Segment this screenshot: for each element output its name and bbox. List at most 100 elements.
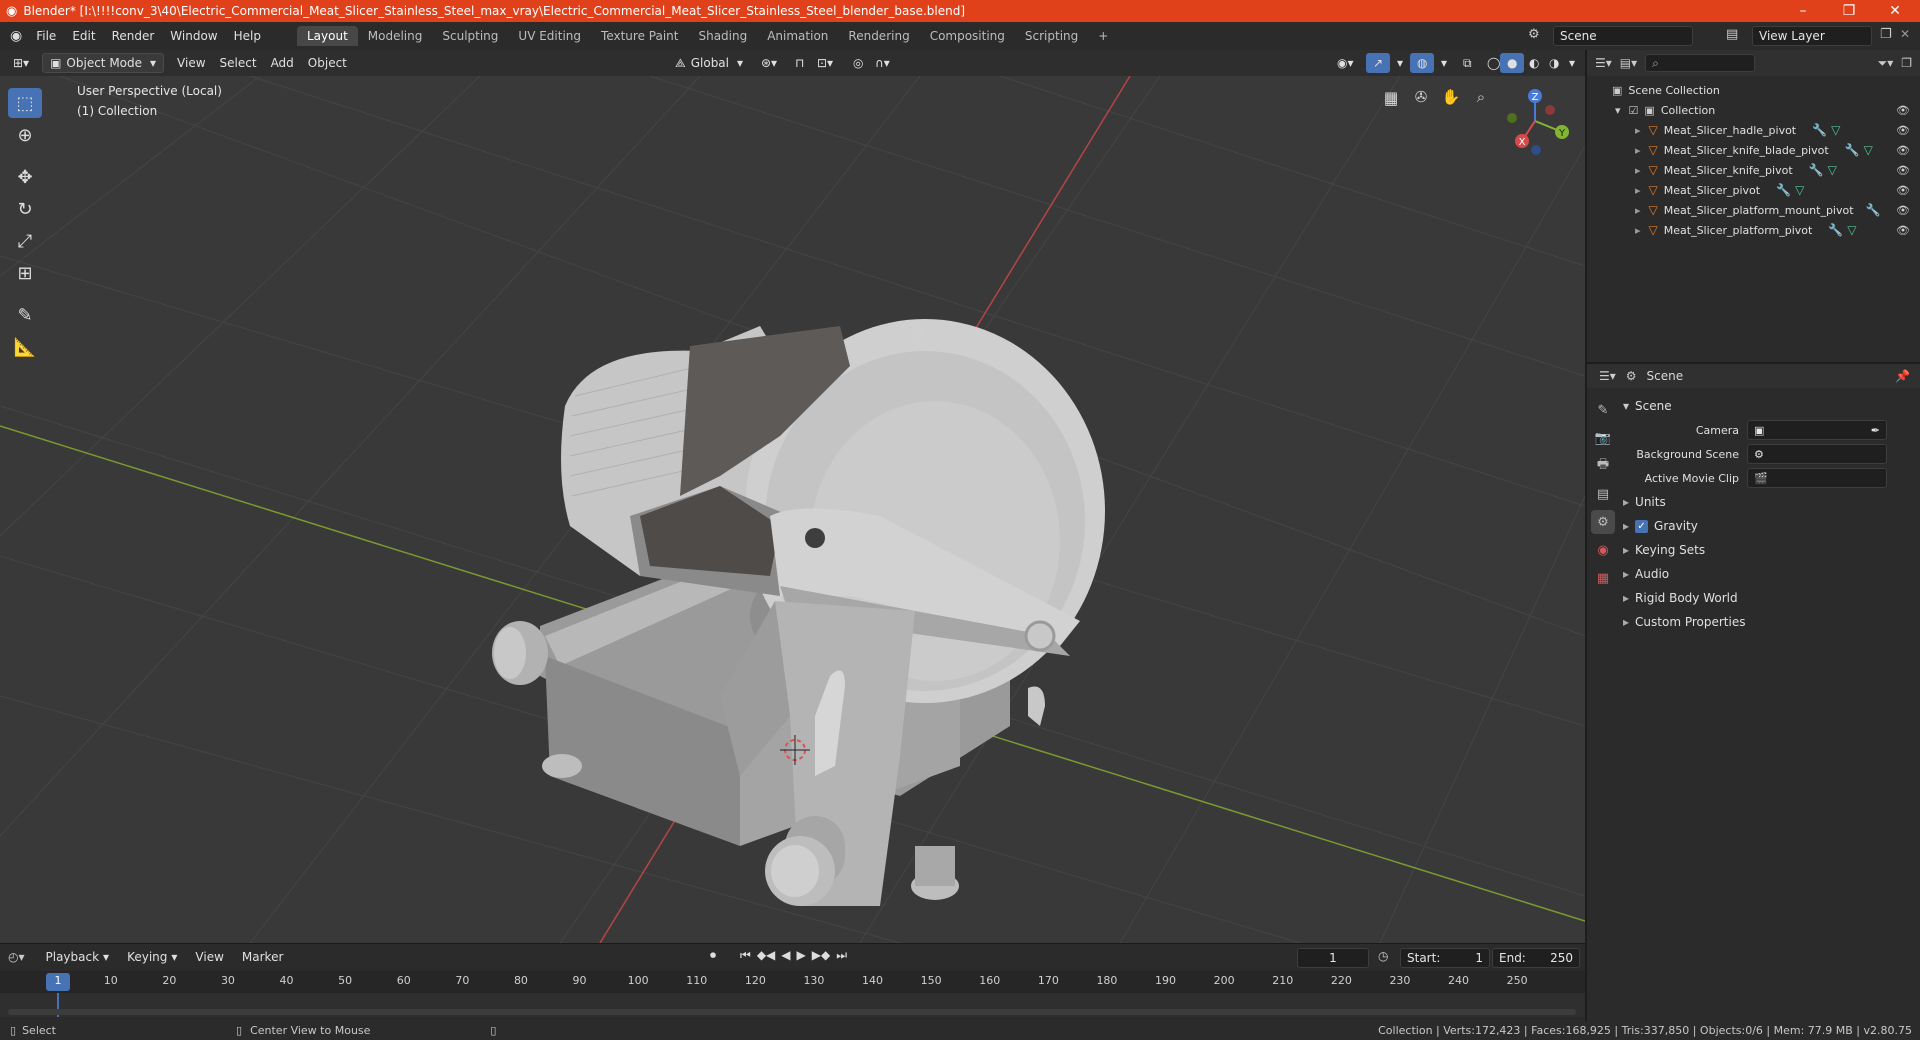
gravity-checkbox[interactable]: ✓ (1635, 519, 1649, 533)
background-scene-field[interactable]: ⚙ (1747, 444, 1887, 464)
menu-render[interactable]: Render (104, 29, 163, 43)
new-collection-icon[interactable]: ❐ (1901, 56, 1912, 70)
view-layer-icon[interactable]: ▤ (1726, 27, 1738, 42)
select-box-tool[interactable]: ⬚ (8, 88, 42, 118)
select-menu[interactable]: Select (213, 53, 264, 73)
view-layer-field[interactable]: View Layer (1752, 26, 1872, 46)
snap-target-icon[interactable]: ⊡▾ (810, 53, 840, 73)
scene-selector-icon[interactable]: ⚙ (1528, 27, 1540, 42)
eyedropper-icon[interactable]: ✒ (1871, 424, 1880, 437)
units-panel[interactable]: ▸ Units (1623, 490, 1916, 514)
mesh-data-icon[interactable]: ▽ (1864, 143, 1873, 157)
overlays-toggle-icon[interactable]: ◍ (1410, 53, 1435, 73)
modifier-wrench-icon[interactable]: 🔧 (1845, 143, 1860, 157)
scene-section-header[interactable]: ▾ Scene (1623, 394, 1916, 418)
editor-type-icon[interactable]: ⊞▾ (6, 53, 36, 73)
timeline-track-area[interactable] (0, 993, 1585, 1017)
play-icon[interactable]: ▶ (797, 948, 806, 963)
marker-menu[interactable]: Marker (235, 947, 290, 967)
tab-scripting[interactable]: Scripting (1015, 26, 1088, 46)
expand-arrow-icon[interactable]: ▸ (1635, 204, 1641, 217)
xray-toggle-icon[interactable]: ⧉ (1456, 53, 1479, 73)
expand-arrow-icon[interactable]: ▸ (1635, 164, 1641, 177)
expand-arrow-icon[interactable]: ▸ (1635, 144, 1641, 157)
shading-dropdown-icon[interactable]: ▾ (1562, 53, 1582, 73)
scene-collection-row[interactable]: ▣ Scene Collection (1587, 80, 1920, 100)
expand-arrow-icon[interactable]: ▾ (1615, 104, 1621, 117)
proportional-edit-icon[interactable]: ◎ (846, 53, 870, 73)
tab-compositing[interactable]: Compositing (920, 26, 1015, 46)
rigid-body-world-panel[interactable]: ▸ Rigid Body World (1623, 586, 1916, 610)
close-button[interactable]: ✕ (1872, 0, 1918, 22)
solid-shading-icon[interactable]: ● (1500, 53, 1525, 73)
new-view-layer-icon[interactable]: ❐ (1880, 27, 1892, 42)
keying-sets-panel[interactable]: ▸ Keying Sets (1623, 538, 1916, 562)
expand-arrow-icon[interactable]: ▸ (1635, 184, 1641, 197)
modifier-wrench-icon[interactable]: 🔧 (1776, 183, 1791, 197)
next-keyframe-icon[interactable]: ▶◆ (812, 948, 830, 963)
eye-icon[interactable]: 👁 (1896, 224, 1910, 237)
navigation-gizmo[interactable]: Z Y X (1500, 76, 1580, 166)
eye-icon[interactable]: 👁 (1896, 124, 1910, 137)
record-icon[interactable]: ⏺ (710, 948, 716, 963)
tab-sculpting[interactable]: Sculpting (432, 26, 508, 46)
tool-tab-icon[interactable]: ✎ (1591, 398, 1615, 422)
texture-tab-icon[interactable]: ▦ (1591, 566, 1615, 590)
cursor-tool[interactable]: ⊕ (8, 120, 42, 150)
menu-file[interactable]: File (28, 29, 64, 43)
outliner-item-hadle-pivot[interactable]: ▸ ▽ Meat_Slicer_hadle_pivot 🔧 ▽ 👁 (1587, 120, 1920, 140)
ortho-toggle-icon[interactable]: ▦ (1378, 84, 1404, 110)
tab-texture-paint[interactable]: Texture Paint (591, 26, 688, 46)
properties-editor-icon[interactable]: ☰▾ (1599, 369, 1616, 383)
outliner-item-pivot[interactable]: ▸ ▽ Meat_Slicer_pivot 🔧 ▽ 👁 (1587, 180, 1920, 200)
outliner-item-knife-pivot[interactable]: ▸ ▽ Meat_Slicer_knife_pivot 🔧 ▽ 👁 (1587, 160, 1920, 180)
gizmo-dropdown-icon[interactable]: ▾ (1390, 53, 1410, 73)
playback-menu[interactable]: Playback ▾ (39, 947, 117, 967)
collection-checkbox[interactable]: ☑ (1629, 104, 1639, 117)
add-workspace-button[interactable]: + (1088, 26, 1118, 46)
view-menu[interactable]: View (170, 53, 212, 73)
tab-layout[interactable]: Layout (296, 26, 358, 46)
mesh-data-icon[interactable]: ▽ (1847, 223, 1856, 237)
custom-properties-panel[interactable]: ▸ Custom Properties (1623, 610, 1916, 634)
expand-arrow-icon[interactable]: ▸ (1635, 224, 1641, 237)
overlays-dropdown-icon[interactable]: ▾ (1434, 53, 1454, 73)
camera-view-icon[interactable]: ✇ (1408, 84, 1434, 110)
view-layer-tab-icon[interactable]: ▤ (1591, 482, 1615, 506)
keying-menu[interactable]: Keying ▾ (120, 947, 184, 967)
object-menu[interactable]: Object (301, 53, 354, 73)
modifier-wrench-icon[interactable]: 🔧 (1812, 123, 1827, 137)
scene-field[interactable]: Scene (1553, 26, 1693, 46)
modifier-wrench-icon[interactable]: 🔧 (1809, 163, 1824, 177)
tab-animation[interactable]: Animation (757, 26, 838, 46)
pan-hand-icon[interactable]: ✋ (1438, 84, 1464, 110)
menu-window[interactable]: Window (162, 29, 225, 43)
collection-row[interactable]: ▾ ☑ ▣ Collection 👁 (1587, 100, 1920, 120)
measure-tool[interactable]: 📐 (8, 332, 42, 362)
annotate-tool[interactable]: ✎ (8, 300, 42, 330)
render-tab-icon[interactable]: 📷 (1591, 426, 1615, 450)
outliner-item-platform-mount-pivot[interactable]: ▸ ▽ Meat_Slicer_platform_mount_pivot 🔧 👁 (1587, 200, 1920, 220)
play-reverse-icon[interactable]: ◀ (781, 948, 790, 963)
modifier-wrench-icon[interactable]: 🔧 (1828, 223, 1843, 237)
blender-menu-icon[interactable]: ◉ (10, 28, 22, 44)
mesh-data-icon[interactable]: ▽ (1828, 163, 1837, 177)
movie-clip-field[interactable]: 🎬 (1747, 468, 1887, 488)
add-menu[interactable]: Add (264, 53, 301, 73)
snap-icon[interactable]: ⊓ (788, 53, 811, 73)
modifier-wrench-icon[interactable]: 🔧 (1866, 203, 1881, 217)
outliner-search-input[interactable]: ⌕ (1645, 54, 1756, 72)
prev-keyframe-icon[interactable]: ◆◀ (757, 948, 775, 963)
scene-tab-icon[interactable]: ⚙ (1591, 510, 1615, 534)
start-frame-field[interactable]: Start: 1 (1400, 948, 1490, 968)
outliner-editor-icon[interactable]: ☰▾ (1595, 56, 1612, 70)
end-frame-field[interactable]: End: 250 (1492, 948, 1580, 968)
current-frame-field[interactable]: 1 (1297, 948, 1369, 968)
menu-edit[interactable]: Edit (64, 29, 103, 43)
transform-orientation-dropdown[interactable]: ⟁ Global ▾ (668, 53, 750, 73)
eye-icon[interactable]: 👁 (1896, 164, 1910, 177)
scale-tool[interactable]: ⤢ (8, 226, 42, 256)
transform-tool[interactable]: ⊞ (8, 258, 42, 288)
mesh-data-icon[interactable]: ▽ (1831, 123, 1840, 137)
minimize-button[interactable]: – (1780, 0, 1826, 22)
